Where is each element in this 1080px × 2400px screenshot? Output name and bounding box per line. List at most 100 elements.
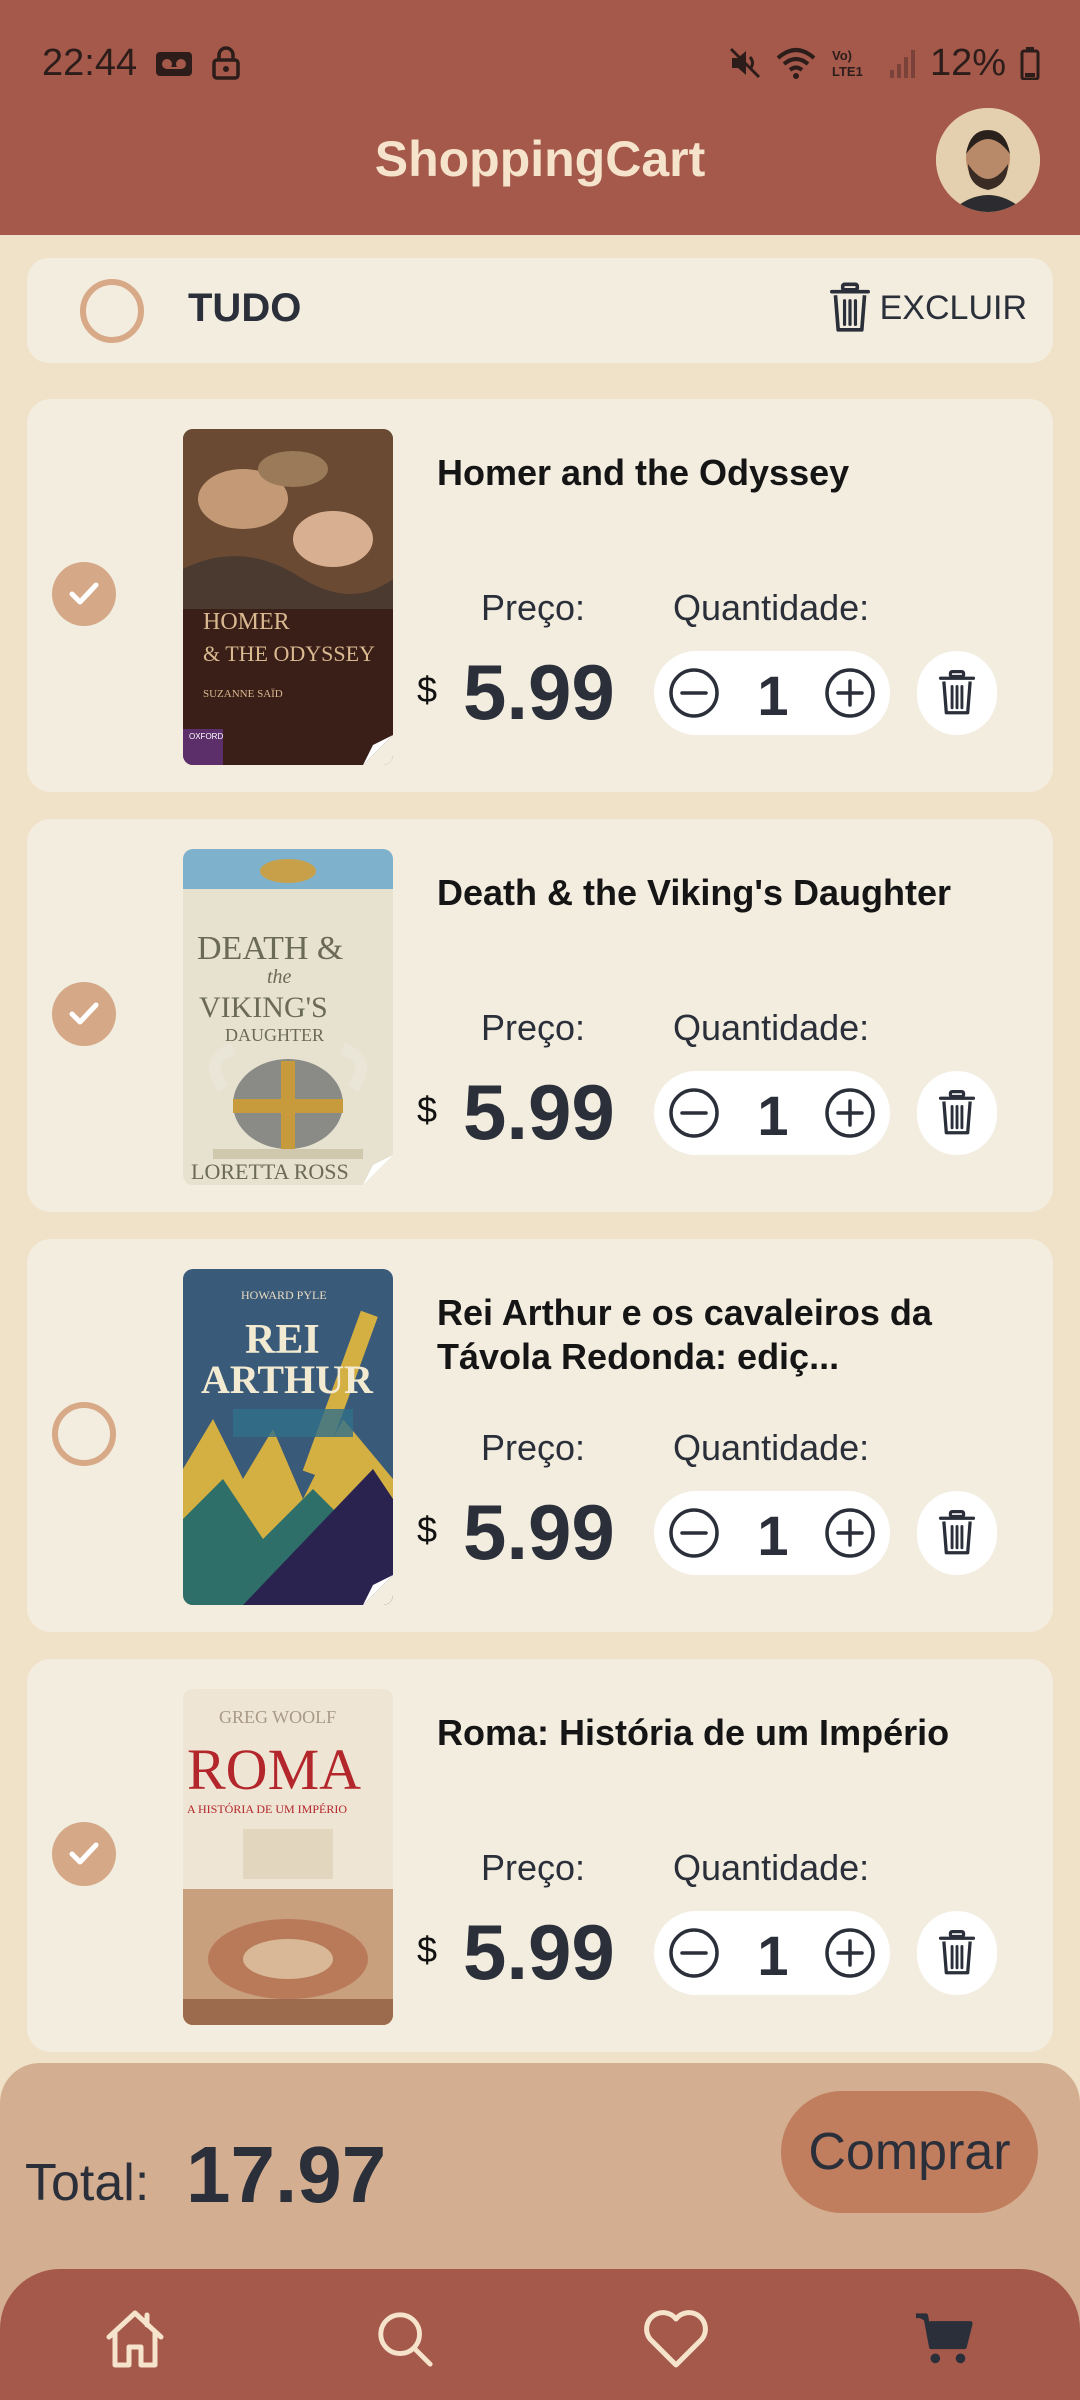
svg-text:SUZANNE SAÏD: SUZANNE SAÏD	[203, 688, 283, 700]
heart-icon	[644, 2310, 708, 2368]
lte-icon: Vo) LTE1	[832, 48, 863, 79]
delete-item-button[interactable]	[917, 1911, 997, 1995]
book-cover-image: HOMER & THE ODYSSEY SUZANNE SAÏD OXFORD	[183, 429, 393, 765]
cart-item: HOWARD PYLE REI ARTHUR Rei Arthur e os c…	[27, 1239, 1053, 1632]
price-label: Preço:	[481, 1847, 586, 1888]
app-header: 22:44 Vo) LTE1 12% ShoppingCart	[0, 0, 1080, 235]
status-bar: 22:44 Vo) LTE1 12%	[42, 38, 1040, 88]
svg-text:VIKING'S: VIKING'S	[199, 991, 328, 1024]
lock-icon	[212, 46, 240, 80]
book-cover[interactable]: GREG WOOLF ROMA A HISTÓRIA DE UM IMPÉRIO	[183, 1689, 393, 2025]
book-cover[interactable]: HOMER & THE ODYSSEY SUZANNE SAÏD OXFORD	[183, 429, 393, 765]
svg-text:DAUGHTER: DAUGHTER	[225, 1025, 324, 1045]
svg-text:ARTHUR: ARTHUR	[201, 1357, 374, 1402]
status-right: Vo) LTE1 12%	[714, 42, 1040, 85]
currency-symbol: $	[417, 669, 438, 710]
battery-icon	[1020, 47, 1040, 80]
quantity-value: 1	[757, 1084, 789, 1147]
book-cover[interactable]: HOWARD PYLE REI ARTHUR	[183, 1269, 393, 1605]
price-label: Preço:	[481, 1007, 586, 1048]
plus-circle-icon[interactable]	[824, 1087, 876, 1139]
cart-item: DEATH & the VIKING'S DAUGHTER LORETTA RO…	[27, 819, 1053, 1212]
quantity-label: Quantidade:	[673, 1847, 870, 1888]
item-checkbox[interactable]	[52, 1822, 116, 1886]
item-price: 5.99	[463, 648, 615, 736]
nav-home[interactable]	[95, 2299, 175, 2379]
currency-symbol: $	[417, 1509, 438, 1550]
svg-text:& THE ODYSSEY: & THE ODYSSEY	[203, 641, 375, 666]
plus-circle-icon[interactable]	[824, 1507, 876, 1559]
svg-text:GREG WOOLF: GREG WOOLF	[219, 1707, 336, 1727]
total-value: 17.97	[186, 2130, 387, 2219]
svg-text:LORETTA ROSS: LORETTA ROSS	[191, 1159, 349, 1184]
delete-selected-button[interactable]: EXCLUIR	[829, 282, 1027, 334]
trash-icon	[829, 282, 870, 332]
status-time: 22:44	[42, 41, 138, 84]
select-all-radio[interactable]	[80, 279, 144, 343]
book-cover[interactable]: DEATH & the VIKING'S DAUGHTER LORETTA RO…	[183, 849, 393, 1185]
quantity-value: 1	[757, 1924, 789, 1987]
bottom-nav	[0, 2269, 1080, 2400]
quantity-label: Quantidade:	[673, 1427, 870, 1468]
plus-circle-icon[interactable]	[824, 667, 876, 719]
price-label: Preço:	[481, 1427, 586, 1468]
buy-button[interactable]: Comprar	[781, 2091, 1038, 2213]
delete-item-button[interactable]	[917, 1491, 997, 1575]
price-label: Preço:	[481, 587, 586, 628]
minus-circle-icon[interactable]	[668, 1507, 720, 1559]
cart-item: HOMER & THE ODYSSEY SUZANNE SAÏD OXFORD …	[27, 399, 1053, 792]
quantity-stepper: 1	[654, 651, 890, 735]
check-icon	[69, 1002, 99, 1025]
cart-icon	[915, 2313, 973, 2364]
minus-circle-icon[interactable]	[668, 667, 720, 719]
nav-cart[interactable]	[905, 2299, 985, 2379]
svg-text:Vo): Vo)	[832, 48, 852, 63]
trash-icon	[938, 1510, 976, 1555]
book-title: Rei Arthur e os cavaleiros da Távola Red…	[437, 1292, 932, 1377]
quantity-stepper: 1	[654, 1491, 890, 1575]
item-checkbox[interactable]	[52, 1402, 116, 1466]
quantity-value: 1	[757, 1504, 789, 1567]
battery-percent: 12%	[929, 41, 1006, 84]
total-label: Total:	[25, 2154, 150, 2212]
trash-icon	[938, 1090, 976, 1135]
quantity-label: Quantidade:	[673, 1007, 870, 1048]
voicemail-icon	[156, 52, 193, 76]
svg-text:HOMER: HOMER	[203, 609, 290, 635]
trash-icon	[938, 670, 976, 715]
svg-text:ROMA: ROMA	[187, 1737, 361, 1802]
book-cover-image: DEATH & the VIKING'S DAUGHTER LORETTA RO…	[183, 849, 393, 1185]
quantity-label: Quantidade:	[673, 587, 870, 628]
check-icon	[69, 1842, 99, 1865]
book-title: Roma: História de um Império	[437, 1712, 950, 1753]
item-checkbox[interactable]	[52, 562, 116, 626]
avatar[interactable]	[936, 108, 1040, 212]
nav-favorites[interactable]	[636, 2299, 716, 2379]
currency-symbol: $	[417, 1089, 438, 1130]
minus-circle-icon[interactable]	[668, 1927, 720, 1979]
page-title: ShoppingCart	[374, 131, 706, 187]
minus-circle-icon[interactable]	[668, 1087, 720, 1139]
svg-text:DEATH &: DEATH &	[197, 930, 343, 967]
currency-symbol: $	[417, 1929, 438, 1970]
nav-search[interactable]	[365, 2299, 445, 2379]
select-all-bar: TUDO EXCLUIR	[27, 258, 1053, 363]
delete-item-button[interactable]	[917, 651, 997, 735]
trash-icon	[938, 1930, 976, 1975]
quantity-stepper: 1	[654, 1071, 890, 1155]
svg-text:OXFORD: OXFORD	[189, 732, 223, 741]
mute-icon	[729, 47, 760, 79]
search-icon	[378, 2312, 433, 2367]
svg-text:LTE1: LTE1	[832, 64, 863, 79]
item-price: 5.99	[463, 1068, 615, 1156]
svg-text:A HISTÓRIA DE UM IMPÉRIO: A HISTÓRIA DE UM IMPÉRIO	[187, 1802, 347, 1816]
book-title: Death & the Viking's Daughter	[437, 872, 951, 913]
item-checkbox[interactable]	[52, 982, 116, 1046]
delete-item-button[interactable]	[917, 1071, 997, 1155]
plus-circle-icon[interactable]	[824, 1927, 876, 1979]
check-icon	[69, 582, 99, 605]
item-price: 5.99	[463, 1488, 615, 1576]
quantity-stepper: 1	[654, 1911, 890, 1995]
svg-text:the: the	[267, 966, 292, 988]
signal-icon	[889, 50, 915, 78]
